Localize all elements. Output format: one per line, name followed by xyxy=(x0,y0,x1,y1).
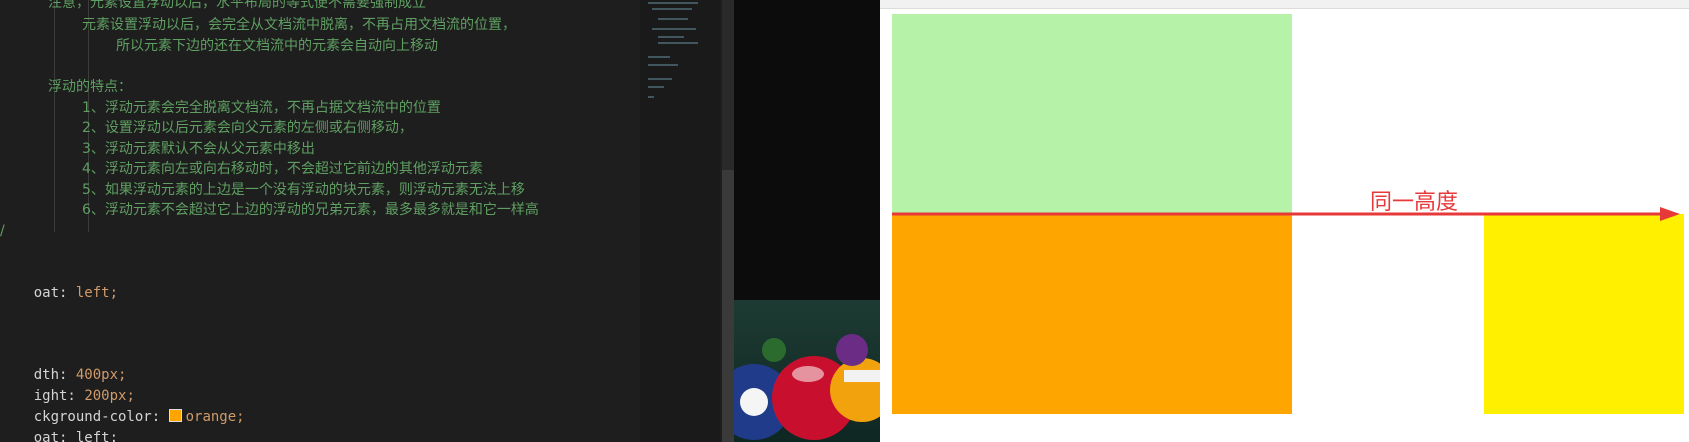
editor-minimap[interactable] xyxy=(640,0,720,442)
annotation-label: 同一高度 xyxy=(1370,190,1459,215)
minimap-line xyxy=(658,18,688,20)
code-line-float: oat: left; xyxy=(0,260,118,301)
comment-line: 6、浮动元素不会超过它上边的浮动的兄弟元素，最多最多就是和它一样高 xyxy=(82,202,539,218)
code-line-width: dth: 400px; xyxy=(0,342,127,383)
minimap-line xyxy=(652,28,696,30)
browser-viewport[interactable]: 同一高度 xyxy=(880,0,1689,442)
indent-guide xyxy=(54,0,55,232)
code-line-height: ight: 200px; xyxy=(0,363,135,404)
minimap-line xyxy=(648,2,698,4)
code-property: oat: xyxy=(33,285,68,301)
minimap-line xyxy=(652,8,692,10)
color-swatch-icon[interactable] xyxy=(168,409,182,422)
minimap-line xyxy=(648,86,664,88)
comment-line: 浮动的特点： xyxy=(48,79,132,95)
comment-line: 4、浮动元素向左或向右移动时，不会超过它前边的其他浮动元素 xyxy=(82,161,483,177)
code-line-background: ckground-color: orange; xyxy=(0,384,245,425)
minimap-line xyxy=(648,56,670,58)
code-value: left; xyxy=(75,285,119,301)
minimap-line xyxy=(658,42,698,44)
minimap-line xyxy=(648,78,672,80)
editor-scroll-thumb[interactable] xyxy=(722,170,734,442)
minimap-line xyxy=(648,64,678,66)
comment-line: 5、如果浮动元素的上边是一个没有浮动的块元素，则浮动元素无法上移 xyxy=(82,182,525,198)
comment-line: 2、设置浮动以后元素会向父元素的左侧或右侧移动， xyxy=(82,120,413,136)
comment-line: 元素设置浮动以后，会完全从文档流中脱离，不再占用文档流的位置， xyxy=(82,17,516,33)
desktop-wallpaper xyxy=(734,0,880,442)
billiard-balls-image xyxy=(734,334,880,440)
code-editor[interactable]: 注意，元素设置浮动以后，水平布局的等式便不需要强制成立 元素设置浮动以后，会完全… xyxy=(0,0,640,442)
comment-line: 1、浮动元素会完全脱离文档流，不再占据文档流中的位置 xyxy=(82,100,441,116)
minimap-line xyxy=(658,36,684,38)
code-property: oat: left; xyxy=(33,430,119,442)
code-value: orange; xyxy=(185,409,245,425)
comment-line: 所以元素下边的还在文档流中的元素会自动向上移动 xyxy=(116,38,438,54)
red-arrow-annotation xyxy=(892,207,1680,221)
code-line-partial: oat: left; xyxy=(0,405,118,442)
comment-line: 注意，元素设置浮动以后，水平布局的等式便不需要强制成立 xyxy=(48,0,426,11)
comment-close: / xyxy=(0,223,5,239)
comment-line: 3、浮动元素默认不会从父元素中移出 xyxy=(82,141,315,157)
minimap-line xyxy=(648,96,654,98)
